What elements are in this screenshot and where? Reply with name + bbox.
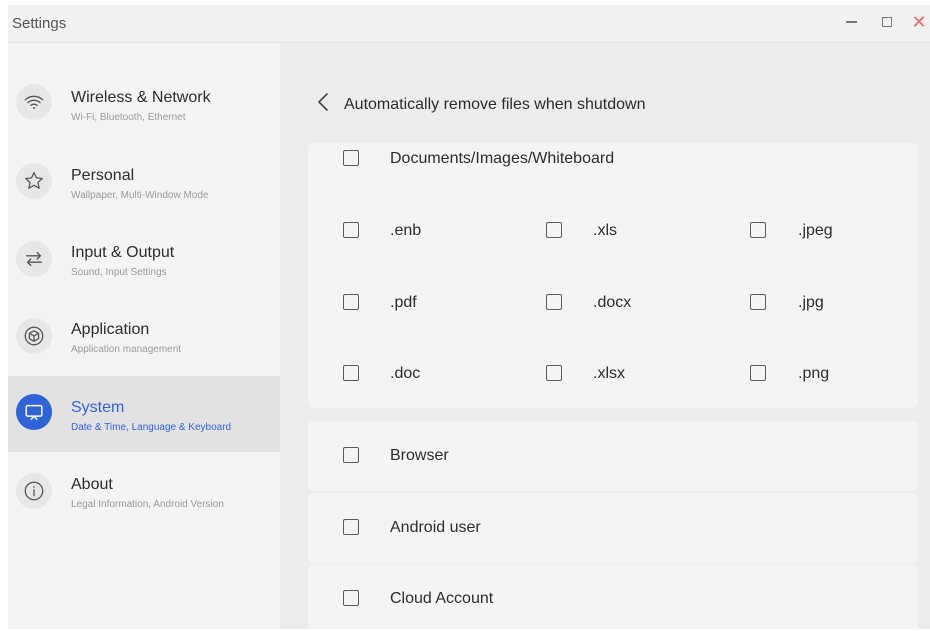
- checkbox-doc[interactable]: [343, 365, 359, 381]
- sidebar-item-subtitle: Sound, Input Settings: [71, 267, 167, 278]
- checkbox-jpeg[interactable]: [750, 222, 766, 238]
- chevron-left-icon: [318, 93, 328, 111]
- star-icon: [16, 163, 52, 199]
- option-label-doc: .doc: [390, 365, 421, 382]
- title-bar: Settings ✕: [8, 5, 930, 43]
- back-button[interactable]: [316, 91, 330, 113]
- minimize-button[interactable]: [840, 11, 862, 33]
- option-label-enb: .enb: [390, 222, 422, 239]
- sidebar-item-wireless-network[interactable]: Wireless & Network Wi-Fi, Bluetooth, Eth…: [8, 67, 280, 143]
- sidebar-item-application[interactable]: Application Application management: [8, 298, 280, 374]
- checkbox-cloud-account[interactable]: [343, 590, 359, 606]
- close-icon: ✕: [911, 11, 927, 32]
- monitor-icon: [16, 394, 52, 430]
- wifi-icon: [16, 84, 52, 120]
- option-label-xls: .xls: [593, 222, 617, 239]
- checkbox-jpg[interactable]: [750, 294, 766, 310]
- checkbox-android-user[interactable]: [343, 519, 359, 535]
- row-label-cloud-account: Cloud Account: [390, 590, 494, 607]
- option-label-jpeg: .jpeg: [798, 222, 833, 239]
- settings-window: Settings ✕ Wireless & Network Wi-Fi, Blu…: [8, 5, 930, 629]
- page-title: Automatically remove files when shutdown: [344, 96, 646, 113]
- maximize-icon: [882, 17, 892, 27]
- option-label-docx: .docx: [593, 294, 632, 311]
- sidebar-item-system[interactable]: System Date & Time, Language & Keyboard: [8, 376, 280, 452]
- main-panel: Automatically remove files when shutdown…: [280, 43, 930, 629]
- minimize-icon: [845, 21, 857, 23]
- sidebar-item-input-output[interactable]: Input & Output Sound, Input Settings: [8, 221, 280, 297]
- checkbox-xls[interactable]: [546, 222, 562, 238]
- browser-row[interactable]: Browser: [308, 421, 918, 491]
- sidebar-item-about[interactable]: About Legal Information, Android Version: [8, 453, 280, 529]
- sidebar: Wireless & Network Wi-Fi, Bluetooth, Eth…: [8, 43, 280, 629]
- checkbox-browser[interactable]: [343, 447, 359, 463]
- sidebar-item-subtitle: Legal Information, Android Version: [71, 499, 224, 510]
- sidebar-item-personal[interactable]: Personal Wallpaper, Multi-Window Mode: [8, 143, 280, 219]
- option-label-png: .png: [798, 365, 830, 382]
- sidebar-item-title: About: [71, 476, 113, 493]
- checkbox-documents-images-whiteboard[interactable]: [343, 150, 359, 166]
- info-icon: [16, 473, 52, 509]
- sidebar-item-title: Application: [71, 321, 150, 338]
- checkbox-pdf[interactable]: [343, 294, 359, 310]
- window-title: Settings: [12, 15, 67, 32]
- cube-icon: [16, 318, 52, 354]
- sidebar-item-subtitle: Wi-Fi, Bluetooth, Ethernet: [71, 112, 186, 123]
- option-label-jpg: .jpg: [798, 294, 824, 311]
- checkbox-xlsx[interactable]: [546, 365, 562, 381]
- maximize-button[interactable]: [876, 11, 898, 33]
- row-label-android-user: Android user: [390, 519, 481, 536]
- row-label-browser: Browser: [390, 447, 449, 464]
- sidebar-item-subtitle: Date & Time, Language & Keyboard: [71, 422, 232, 433]
- option-label-xlsx: .xlsx: [593, 365, 625, 382]
- android-user-row[interactable]: Android user: [308, 493, 918, 563]
- cloud-account-row[interactable]: Cloud Account: [308, 564, 918, 629]
- sidebar-item-subtitle: Wallpaper, Multi-Window Mode: [71, 190, 209, 201]
- sidebar-item-title: Input & Output: [71, 244, 175, 261]
- checkbox-enb[interactable]: [343, 222, 359, 238]
- sidebar-item-title: Wireless & Network: [71, 89, 211, 106]
- group-label: Documents/Images/Whiteboard: [390, 150, 615, 167]
- swap-arrows-icon: [16, 241, 52, 277]
- close-button[interactable]: ✕: [908, 11, 930, 33]
- checkbox-png[interactable]: [750, 365, 766, 381]
- sidebar-item-title: Personal: [71, 167, 135, 184]
- option-label-pdf: .pdf: [390, 294, 417, 311]
- file-types-card: Documents/Images/Whiteboard .enb .xls .j…: [308, 143, 918, 408]
- sidebar-item-subtitle: Application management: [71, 344, 182, 355]
- sidebar-item-title: System: [71, 399, 125, 416]
- checkbox-docx[interactable]: [546, 294, 562, 310]
